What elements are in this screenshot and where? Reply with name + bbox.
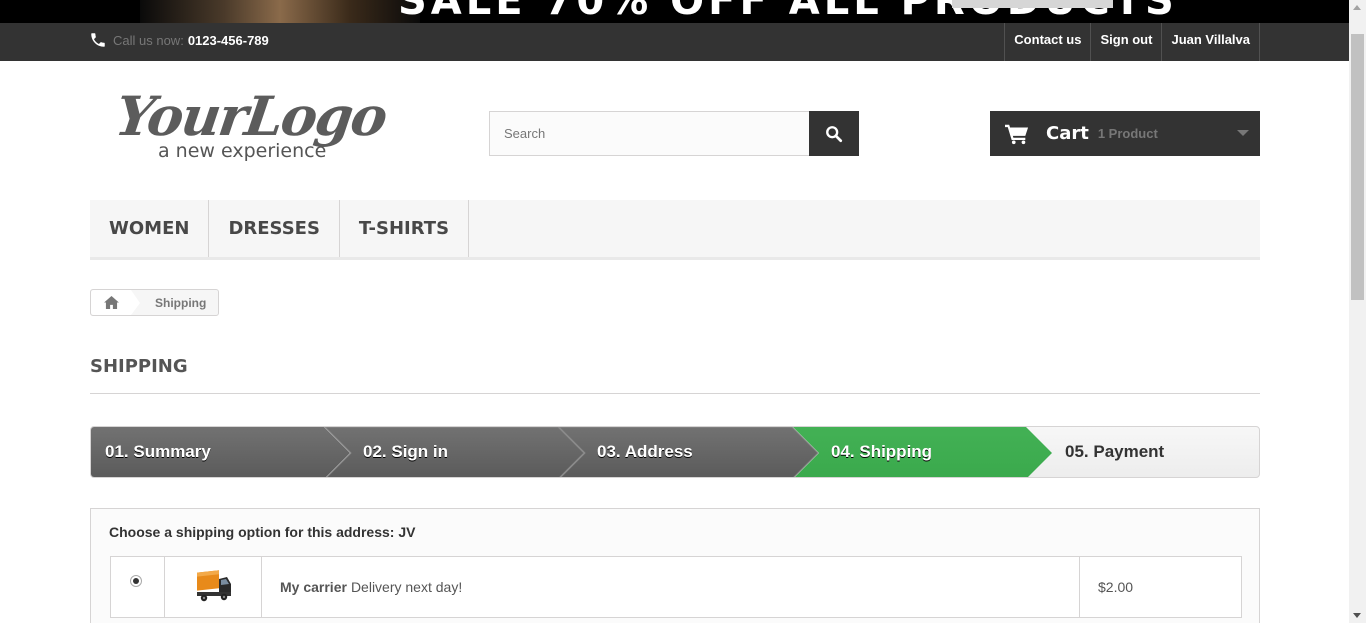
scroll-down-icon[interactable] [1353, 613, 1361, 618]
carrier-radio-cell [111, 557, 165, 617]
truck-icon [197, 570, 231, 602]
call-label: Call us now: [113, 32, 184, 48]
step-label-payment: 05. Payment [1065, 442, 1165, 461]
promo-photo [140, 0, 420, 23]
search-input[interactable] [489, 111, 810, 156]
breadcrumb-current: Shipping [155, 295, 207, 310]
promo-shop-button[interactable] [952, 0, 1113, 8]
step-label-summary: 01. Summary [105, 442, 211, 461]
main-menu: Women Dresses T-shirts [90, 200, 1260, 260]
phone-number: 0123-456-789 [187, 32, 269, 48]
cart-quantity: 1 Product [1097, 126, 1158, 141]
menu-item-dresses[interactable]: Dresses [209, 200, 340, 257]
logo-main: YourLogo [111, 84, 390, 148]
cart-label: Cart [1046, 123, 1089, 144]
home-icon [103, 296, 119, 309]
account-link[interactable]: Juan Villalva [1161, 23, 1260, 61]
shipping-options-title: Choose a shipping option for this addres… [109, 524, 416, 540]
cart-button[interactable]: Cart 1 Product [990, 111, 1260, 156]
carrier-delay: Delivery next day! [350, 579, 463, 595]
sign-out-link[interactable]: Sign out [1090, 23, 1161, 61]
search-form [489, 111, 859, 156]
breadcrumb: Shipping [90, 289, 220, 316]
carrier-name: My carrier [280, 579, 347, 595]
user-links: Contact us Sign out Juan Villalva [1004, 23, 1260, 61]
shipping-options: Choose a shipping option for this addres… [90, 508, 1260, 623]
search-icon [826, 125, 843, 142]
carrier-image-cell [165, 557, 262, 617]
site-logo[interactable]: YourLogo a new experience [112, 84, 402, 170]
carrier-radio[interactable] [130, 575, 142, 587]
scrollbar-thumb[interactable] [1351, 34, 1364, 300]
carrier-price: $2.00 [1098, 579, 1134, 595]
contact-phone: Call us now: 0123-456-789 [89, 31, 269, 49]
phone-icon [91, 33, 105, 47]
step-label-address: 03. Address [597, 442, 693, 461]
carrier-info: My carrier Delivery next day! [262, 557, 1080, 617]
page-title: Shipping [90, 356, 1260, 394]
menu-item-tshirts[interactable]: T-shirts [340, 200, 470, 257]
chevron-down-icon[interactable] [1237, 130, 1249, 136]
cart-icon [1005, 124, 1029, 144]
scroll-up-icon[interactable] [1353, 5, 1361, 10]
step-label-shipping: 04. Shipping [831, 442, 933, 461]
step-label-sign-in: 02. Sign in [363, 442, 449, 461]
checkout-steps: 01. Summary 02. Sign in 03. Address 04. … [90, 426, 1260, 478]
menu-item-women[interactable]: Women [90, 200, 210, 257]
promo-banner[interactable]: SALE 70% OFF ALL PRODUCTS [0, 0, 1349, 23]
contact-us-link[interactable]: Contact us [1004, 23, 1090, 61]
top-bar: Call us now: 0123-456-789 Contact us Sig… [0, 23, 1349, 61]
search-button[interactable] [809, 111, 859, 156]
breadcrumb-home[interactable] [91, 290, 140, 315]
page-scrollbar[interactable] [1349, 0, 1366, 623]
carrier-option[interactable]: My carrier Delivery next day! $2.00 [110, 556, 1242, 618]
logo-tagline: a new experience [158, 140, 327, 162]
